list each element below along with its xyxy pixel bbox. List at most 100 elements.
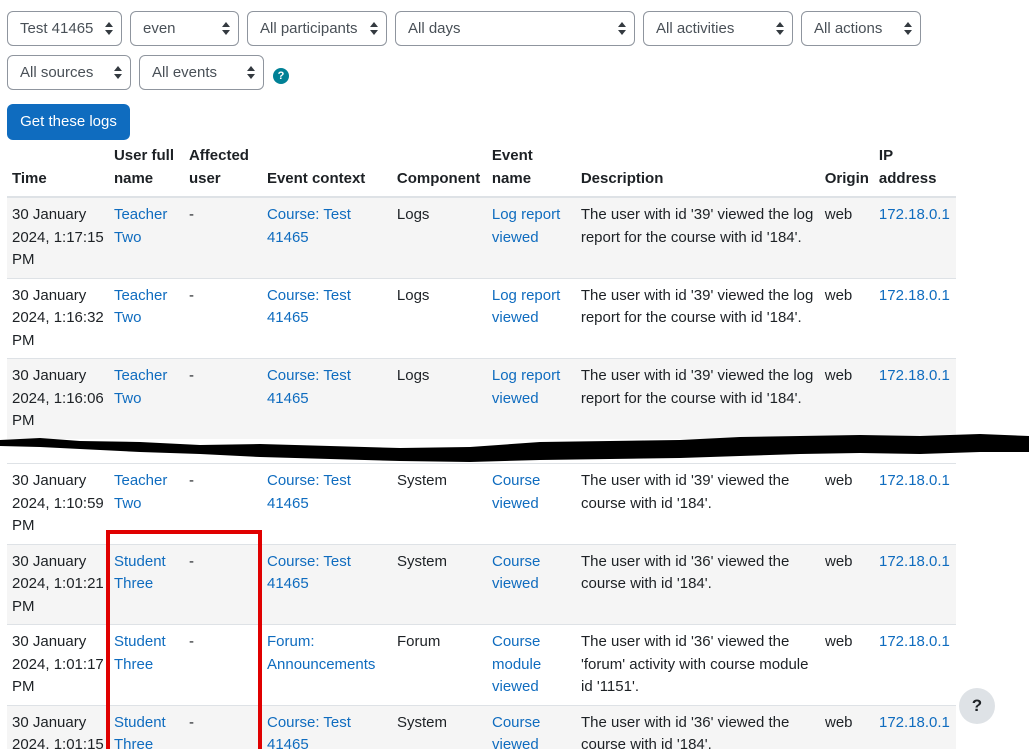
days-select-value: All days [408,20,461,37]
cell-ip-link[interactable]: 172.18.0.1 [879,714,950,731]
cell-user-link[interactable]: Teacher Two [114,367,167,407]
header-ip-address: IP address [873,140,956,198]
cell-time: 30 January 2024, 1:16:32 PM [12,286,104,349]
cell-description: The user with id '39' viewed the log rep… [575,358,820,439]
cell-user-link[interactable]: Teacher Two [114,206,167,246]
cell-affected-user: - [183,277,262,359]
cell-origin: web [825,713,853,731]
cell-ip: 172.18.0.1 [874,624,956,705]
cell-time: 30 January 2024, 1:17:15 PM [7,196,109,278]
cell-component: Logs [391,277,487,359]
events-select[interactable]: All events [139,55,264,90]
cell-ip-link[interactable]: 172.18.0.1 [879,472,950,489]
cell-ip: 172.18.0.1 [874,543,956,625]
actions-select-value: All actions [814,20,883,37]
cell-event-name: Course viewed [487,704,576,749]
activities-select[interactable]: All activities [643,11,793,46]
group-select-value: even [143,20,176,37]
cell-component: Logs [396,367,430,384]
cell-affected-user: - [189,713,194,731]
select-arrows-icon [114,66,122,79]
cell-origin: web [824,206,853,223]
cell-description: The user with id '36' viewed the course … [576,704,820,749]
cell-component: System [392,543,487,625]
group-select[interactable]: even [130,11,239,46]
header-user-full-name[interactable]: User full name [108,140,184,198]
cell-event-name-link[interactable]: Log report viewed [492,206,560,246]
cell-event-context-link[interactable]: Course: Test 41465 [267,714,351,749]
cell-user-link[interactable]: Student Three [114,714,166,749]
cell-ip-link[interactable]: 172.18.0.1 [879,367,950,384]
table-row: 30 January 2024, 1:01:17 PM Student Three… [7,624,956,705]
header-event-context: Event context [261,140,392,198]
cell-time: 30 January 2024, 1:10:59 PM [7,463,109,544]
sources-select[interactable]: All sources [7,55,131,90]
cell-user-link[interactable]: Teacher Two [114,287,167,327]
cell-ip: 172.18.0.1 [873,196,956,278]
events-select-value: All events [152,64,218,81]
header-description: Description [575,140,820,198]
cell-description: The user with id '39' viewed the course … [581,472,790,512]
cell-event-name-link[interactable]: Course viewed [492,714,540,749]
cell-affected-user: - [184,704,262,749]
cell-affected-user: - [184,463,262,544]
cell-user-link[interactable]: Teacher Two [114,472,167,512]
cell-origin: web [824,286,853,304]
course-select[interactable]: Test 41465 [7,11,122,46]
cell-component: System [397,713,448,731]
table-row: 30 January 2024, 1:16:06 PM Teacher Two - C… [7,358,956,439]
cell-ip-link[interactable]: 172.18.0.1 [879,206,950,223]
cell-ip-link[interactable]: 172.18.0.1 [879,553,950,570]
cell-time: 30 January 2024, 1:16:06 PM [7,358,109,439]
cell-user-link[interactable]: Student Three [114,633,166,673]
cell-user: Student Three [109,543,184,625]
cell-description: The user with id '39' viewed the log rep… [575,196,820,278]
cell-event-name-link[interactable]: Course viewed [492,553,540,593]
cell-event-context: Course: Test 41465 [262,463,392,544]
cell-description: The user with id '39' viewed the log rep… [580,206,814,246]
cell-origin: web [819,277,874,359]
cell-ip-link[interactable]: 172.18.0.1 [879,633,950,650]
cell-time: 30 January 2024, 1:16:32 PM [7,277,109,359]
cell-event-name-link[interactable]: Course viewed [492,472,540,512]
cell-event-name-link[interactable]: Log report viewed [492,367,560,407]
cell-affected-user: - [189,472,194,489]
cell-affected-user: - [188,206,194,223]
logs-table-continued: 30 January 2024, 1:10:59 PM Teacher Two - C… [7,463,956,749]
cell-event-context-link[interactable]: Forum: Announcements [267,633,375,673]
cell-event-name-link[interactable]: Log report viewed [492,287,560,327]
cell-ip-link[interactable]: 172.18.0.1 [879,287,950,304]
cell-user: Teacher Two [108,358,184,439]
cell-user-link[interactable]: Student Three [114,553,166,593]
cell-event-context-link[interactable]: Course: Test 41465 [267,206,351,246]
cell-description: The user with id '39' viewed the log rep… [580,367,814,407]
cell-component: Logs [391,196,487,278]
cell-user: Teacher Two [108,277,184,359]
cell-event-context-link[interactable]: Course: Test 41465 [267,472,351,512]
cell-user: Student Three [109,624,184,705]
select-arrows-icon [904,22,912,35]
cell-event-name: Log report viewed [486,196,576,278]
cell-ip: 172.18.0.1 [873,358,956,439]
floating-help-button[interactable]: ? [959,688,995,724]
cell-time: 30 January 2024, 1:01:17 PM [7,624,109,705]
course-select-value: Test 41465 [20,20,94,37]
cell-event-context-link[interactable]: Course: Test 41465 [267,553,351,593]
cell-event-context-link[interactable]: Course: Test 41465 [267,287,351,327]
cell-origin: web [825,472,853,489]
participants-select[interactable]: All participants [247,11,387,46]
cell-description: The user with id '36' viewed the 'forum'… [581,633,809,695]
cell-ip: 172.18.0.1 [873,277,956,359]
help-icon[interactable]: ? [273,68,289,84]
header-affected-user: Affected user [183,140,262,198]
days-select[interactable]: All days [395,11,635,46]
cell-description: The user with id '36' viewed the course … [581,713,790,749]
sources-select-value: All sources [20,64,94,81]
cell-description: The user with id '36' viewed the 'forum'… [576,624,820,705]
cell-event-name-link[interactable]: Course module viewed [492,633,541,695]
cell-event-context-link[interactable]: Course: Test 41465 [267,367,351,407]
actions-select[interactable]: All actions [801,11,921,46]
get-these-logs-button[interactable]: Get these logs [7,104,130,140]
cell-origin: web [820,463,874,544]
header-time[interactable]: Time [7,140,109,198]
